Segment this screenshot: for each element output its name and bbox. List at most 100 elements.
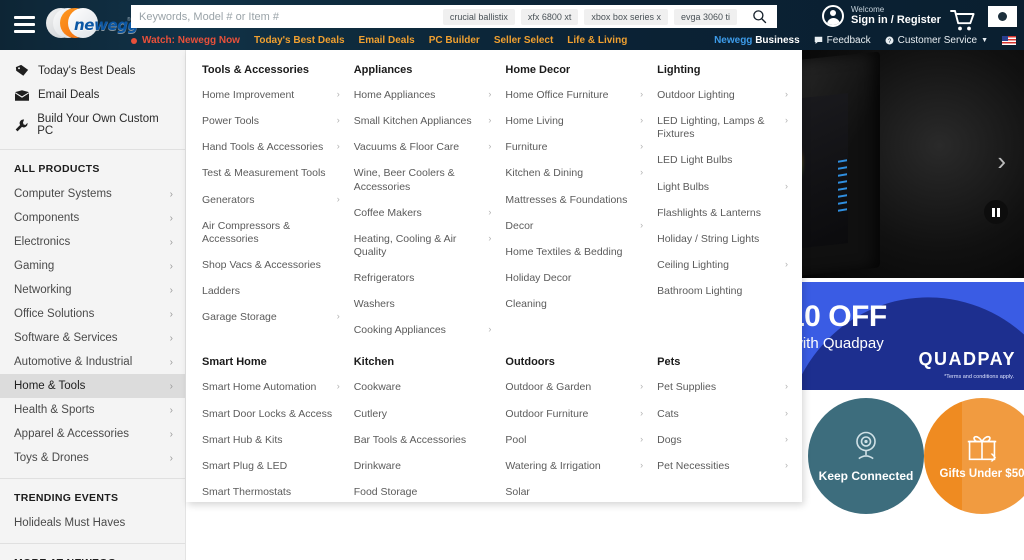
mega-item-cats[interactable]: Cats› — [657, 408, 794, 421]
mega-item-kitchen-dining[interactable]: Kitchen & Dining› — [505, 167, 649, 180]
mega-item-generators[interactable]: Generators› — [202, 194, 346, 207]
mega-item-led-light-bulbs[interactable]: LED Light Bulbs — [657, 154, 794, 167]
mega-item-home-living[interactable]: Home Living› — [505, 115, 649, 128]
search-chip[interactable]: xfx 6800 xt — [521, 9, 579, 25]
sidebar-item-email-deals[interactable]: Email Deals — [0, 83, 185, 107]
mega-item-bar-tools-accessories[interactable]: Bar Tools & Accessories — [354, 434, 498, 447]
sidebar-item-todays-best-deals[interactable]: Today's Best Deals — [0, 58, 185, 83]
mega-item-washers[interactable]: Washers — [354, 298, 498, 311]
mega-item-dogs[interactable]: Dogs› — [657, 434, 794, 447]
sidebar-item-computer-systems[interactable]: Computer Systems › — [0, 182, 185, 206]
sidebar-item-software-services[interactable]: Software & Services › — [0, 326, 185, 350]
mega-item-cooking-appliances[interactable]: Cooking Appliances› — [354, 324, 498, 337]
us-flag-icon[interactable] — [1002, 36, 1016, 45]
mega-item-cookware[interactable]: Cookware — [354, 381, 498, 394]
nav-feedback[interactable]: Feedback — [814, 35, 871, 46]
mega-item-smart-plug-led[interactable]: Smart Plug & LED — [202, 460, 346, 473]
nav-newegg-business[interactable]: Newegg Business — [714, 35, 800, 46]
mega-item-cutlery[interactable]: Cutlery — [354, 408, 498, 421]
mega-item-pool[interactable]: Pool› — [505, 434, 649, 447]
mega-item-home-improvement[interactable]: Home Improvement› — [202, 89, 346, 102]
hero-carousel[interactable]: › — [802, 50, 1024, 278]
nav-todays-best-deals[interactable]: Today's Best Deals — [254, 35, 345, 46]
mega-item-garage-storage[interactable]: Garage Storage› — [202, 311, 346, 324]
region-selector-button[interactable] — [988, 6, 1017, 27]
quadpay-promo-banner[interactable]: 10 OFF with Quadpay QUADPAY *Terms and c… — [802, 282, 1024, 390]
sidebar-item-holideals-must-haves[interactable]: Holideals Must Haves — [0, 511, 185, 535]
nav-life-and-living[interactable]: Life & Living — [567, 35, 627, 46]
mega-item-drinkware[interactable]: Drinkware — [354, 460, 498, 473]
search-button[interactable] — [741, 5, 777, 28]
mega-item-heating-cooling-air-quality[interactable]: Heating, Cooling & Air Quality› — [354, 233, 498, 259]
chevron-right-icon: › — [785, 434, 788, 445]
mega-item-smart-door-locks-access[interactable]: Smart Door Locks & Access — [202, 408, 346, 421]
mega-item-home-appliances[interactable]: Home Appliances› — [354, 89, 498, 102]
promo-tile-keep-connected[interactable]: Keep Connected — [808, 398, 924, 514]
mega-item-hand-tools-accessories[interactable]: Hand Tools & Accessories› — [202, 141, 346, 154]
search-chip[interactable]: crucial ballistix — [443, 9, 515, 25]
mega-item-bathroom-lighting[interactable]: Bathroom Lighting — [657, 285, 794, 298]
nav-seller-select[interactable]: Seller Select — [494, 35, 553, 46]
mega-item-outdoor-lighting[interactable]: Outdoor Lighting› — [657, 89, 794, 102]
mega-item-test-measurement-tools[interactable]: Test & Measurement Tools — [202, 167, 346, 180]
chevron-right-icon: › — [640, 141, 643, 152]
nav-customer-service[interactable]: ? Customer Service ▼ — [885, 35, 988, 46]
mega-item-vacuums-floor-care[interactable]: Vacuums & Floor Care› — [354, 141, 498, 154]
search-chip[interactable]: xbox box series x — [584, 9, 668, 25]
wrench-icon — [14, 119, 28, 132]
nav-watch-newegg-now[interactable]: Watch: Newegg Now — [131, 35, 240, 46]
mega-item-holiday-string-lights[interactable]: Holiday / String Lights — [657, 233, 794, 246]
mega-item-label: Pet Supplies — [657, 381, 716, 394]
mega-item-refrigerators[interactable]: Refrigerators — [354, 272, 498, 285]
mega-item-air-compressors-accessories[interactable]: Air Compressors & Accessories — [202, 220, 346, 246]
mega-item-flashlights-lanterns[interactable]: Flashlights & Lanterns — [657, 207, 794, 220]
sidebar-item-home-tools[interactable]: Home & Tools › — [0, 374, 185, 398]
mega-item-outdoor-furniture[interactable]: Outdoor Furniture› — [505, 408, 649, 421]
mega-item-pet-supplies[interactable]: Pet Supplies› — [657, 381, 794, 394]
mega-item-decor[interactable]: Decor› — [505, 220, 649, 233]
mega-item-small-kitchen-appliances[interactable]: Small Kitchen Appliances› — [354, 115, 498, 128]
sidebar-item-gaming[interactable]: Gaming › — [0, 254, 185, 278]
mega-item-light-bulbs[interactable]: Light Bulbs› — [657, 181, 794, 194]
sidebar-item-components[interactable]: Components › — [0, 206, 185, 230]
mega-item-coffee-makers[interactable]: Coffee Makers› — [354, 207, 498, 220]
mega-item-solar[interactable]: Solar — [505, 486, 649, 499]
sidebar-item-networking[interactable]: Networking › — [0, 278, 185, 302]
mega-item-food-storage[interactable]: Food Storage — [354, 486, 498, 499]
mega-item-cleaning[interactable]: Cleaning — [505, 298, 649, 311]
mega-item-furniture[interactable]: Furniture› — [505, 141, 649, 154]
sidebar-item-apparel-accessories[interactable]: Apparel & Accessories › — [0, 422, 185, 446]
account-signin-link[interactable]: Welcome Sign in / Register — [822, 5, 941, 27]
sidebar-item-office-solutions[interactable]: Office Solutions › — [0, 302, 185, 326]
mega-item-label: Outdoor & Garden — [505, 381, 591, 394]
mega-item-power-tools[interactable]: Power Tools› — [202, 115, 346, 128]
mega-item-smart-home-automation[interactable]: Smart Home Automation› — [202, 381, 346, 394]
mega-item-wine-beer-coolers[interactable]: Wine, Beer Coolers & Accessories — [354, 167, 498, 193]
sidebar-item-electronics[interactable]: Electronics › — [0, 230, 185, 254]
sidebar-item-health-sports[interactable]: Health & Sports › — [0, 398, 185, 422]
nav-email-deals[interactable]: Email Deals — [359, 35, 415, 46]
carousel-next-button[interactable]: › — [997, 148, 1006, 174]
mega-item-shop-vacs-accessories[interactable]: Shop Vacs & Accessories — [202, 259, 346, 272]
carousel-pause-button[interactable] — [984, 200, 1008, 224]
sidebar-item-toys-drones[interactable]: Toys & Drones › — [0, 446, 185, 470]
mega-item-smart-hub-kits[interactable]: Smart Hub & Kits — [202, 434, 346, 447]
mega-item-home-office-furniture[interactable]: Home Office Furniture› — [505, 89, 649, 102]
mega-item-outdoor-garden[interactable]: Outdoor & Garden› — [505, 381, 649, 394]
mega-item-pet-necessities[interactable]: Pet Necessities› — [657, 460, 794, 473]
mega-item-ceiling-lighting[interactable]: Ceiling Lighting› — [657, 259, 794, 272]
mega-item-holiday-decor[interactable]: Holiday Decor — [505, 272, 649, 285]
promo-tile-gifts-under-50[interactable]: Gifts Under $50 — [924, 398, 1024, 514]
nav-pc-builder[interactable]: PC Builder — [429, 35, 480, 46]
chevron-right-icon[interactable]: › — [990, 446, 997, 469]
mega-item-led-lighting-lamps-fixtures[interactable]: LED Lighting, Lamps & Fixtures› — [657, 115, 794, 141]
mega-item-mattresses-foundations[interactable]: Mattresses & Foundations — [505, 194, 649, 207]
search-chip[interactable]: evga 3060 ti — [674, 9, 737, 25]
mega-item-ladders[interactable]: Ladders — [202, 285, 346, 298]
mega-item-home-textiles-bedding[interactable]: Home Textiles & Bedding — [505, 246, 649, 259]
mega-item-watering-irrigation[interactable]: Watering & Irrigation› — [505, 460, 649, 473]
sidebar-item-automotive-industrial[interactable]: Automotive & Industrial › — [0, 350, 185, 374]
mega-item-smart-thermostats[interactable]: Smart Thermostats — [202, 486, 346, 499]
sidebar-item-build-custom-pc[interactable]: Build Your Own Custom PC — [0, 107, 185, 143]
search-input[interactable] — [131, 6, 443, 27]
